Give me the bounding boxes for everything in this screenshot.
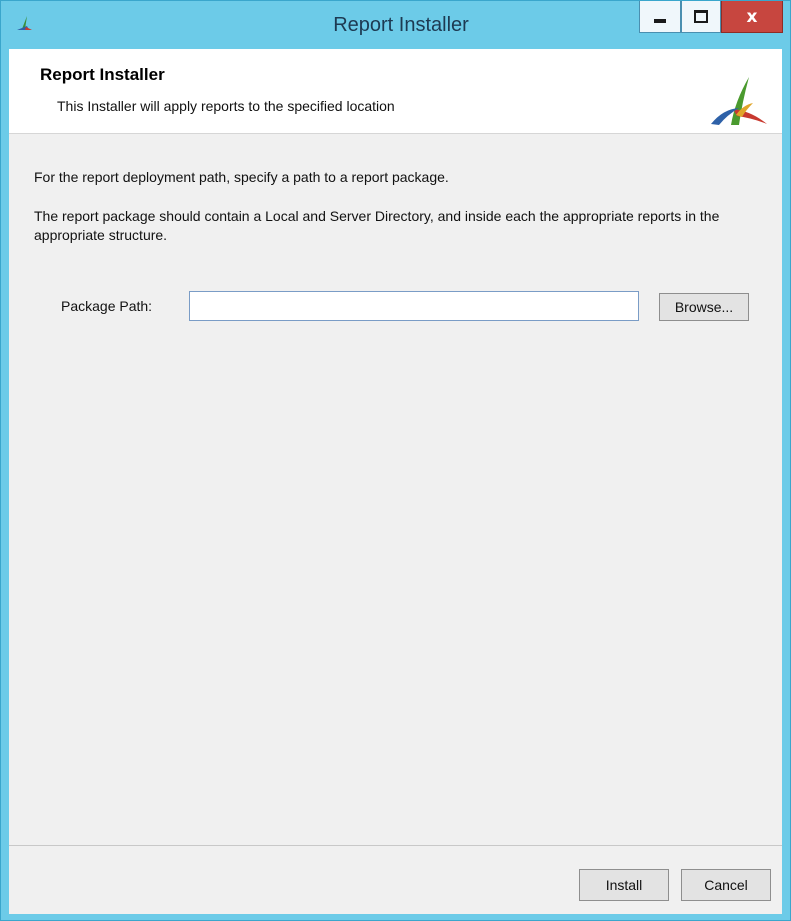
package-path-label: Package Path: xyxy=(61,298,153,314)
instruction-text-1: For the report deployment path, specify … xyxy=(34,169,449,185)
package-path-input[interactable] xyxy=(189,291,639,321)
close-button[interactable]: x xyxy=(721,1,783,33)
banner-title: Report Installer xyxy=(40,65,165,84)
cancel-button[interactable]: Cancel xyxy=(681,869,771,901)
installer-logo-icon xyxy=(711,77,767,125)
installer-window: Report Installer x Report Installer This… xyxy=(0,0,791,921)
footer-divider xyxy=(9,845,782,846)
install-button[interactable]: Install xyxy=(579,869,669,901)
minimize-button[interactable] xyxy=(639,1,681,33)
maximize-icon xyxy=(694,10,708,23)
title-bar[interactable]: Report Installer x xyxy=(1,1,790,49)
maximize-button[interactable] xyxy=(681,1,721,33)
header-banner: Report Installer This Installer will app… xyxy=(9,49,782,134)
minimize-icon xyxy=(654,18,666,23)
dialog-client-area: Report Installer This Installer will app… xyxy=(9,49,782,914)
browse-button[interactable]: Browse... xyxy=(659,293,749,321)
banner-subtitle: This Installer will apply reports to the… xyxy=(57,98,395,114)
instruction-text-2: The report package should contain a Loca… xyxy=(34,208,720,243)
close-icon: x xyxy=(746,6,758,27)
